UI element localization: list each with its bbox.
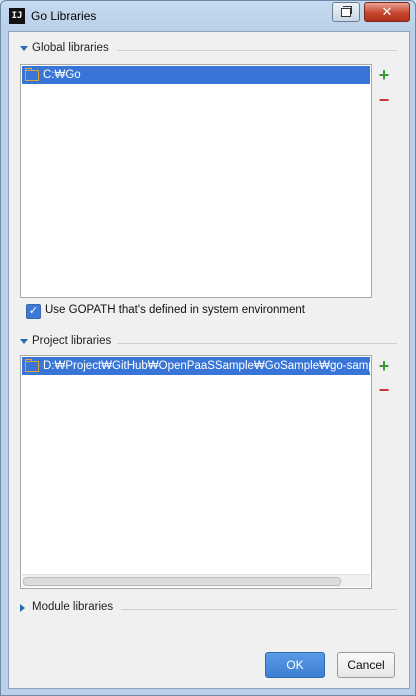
global-libraries-toolbar: + − [372,64,396,296]
section-divider [117,343,397,344]
use-gopath-option[interactable]: ✓ Use GOPATH that's defined in system en… [26,303,386,321]
go-libraries-dialog: IJ Go Libraries ✕ Global libraries C:₩Go… [0,0,416,696]
restore-button[interactable] [332,2,360,22]
project-libraries-section-header[interactable]: Project libraries [9,335,409,351]
folder-icon [25,68,39,81]
use-gopath-label: Use GOPATH that's defined in system envi… [45,304,305,316]
collapsed-triangle-icon [20,604,25,612]
dialog-content: Global libraries C:₩Go + − ✓ Use GOPATH … [8,31,410,689]
section-divider [121,609,397,610]
module-libraries-label: Module libraries [32,601,114,613]
library-path: D:₩Project₩GitHub₩OpenPaaSSample₩GoSampl… [43,360,370,372]
remove-global-library-button[interactable]: − [372,91,396,113]
title-bar[interactable]: IJ Go Libraries ✕ [1,1,415,31]
close-button[interactable]: ✕ [364,2,410,22]
expand-triangle-icon [20,339,28,344]
module-libraries-section-header[interactable]: Module libraries [9,601,409,617]
global-libraries-section-header[interactable]: Global libraries [9,42,409,58]
section-divider [117,50,397,51]
use-gopath-checkbox[interactable]: ✓ [26,304,41,319]
project-libraries-list[interactable]: D:₩Project₩GitHub₩OpenPaaSSample₩GoSampl… [20,355,372,589]
global-libraries-label: Global libraries [32,42,109,54]
folder-icon [25,359,39,372]
list-item[interactable]: D:₩Project₩GitHub₩OpenPaaSSample₩GoSampl… [22,357,370,375]
intellij-app-icon: IJ [9,8,25,24]
add-global-library-button[interactable]: + [372,65,396,87]
ok-button[interactable]: OK [265,652,325,678]
add-project-library-button[interactable]: + [372,356,396,378]
horizontal-scrollbar[interactable] [22,574,370,587]
expand-triangle-icon [20,46,28,51]
cancel-button[interactable]: Cancel [337,652,395,678]
window-title: Go Libraries [31,9,97,23]
project-libraries-label: Project libraries [32,335,112,347]
project-libraries-toolbar: + − [372,355,396,587]
list-item[interactable]: C:₩Go [22,66,370,84]
scrollbar-thumb[interactable] [23,577,341,586]
global-libraries-list[interactable]: C:₩Go [20,64,372,298]
library-path: C:₩Go [43,69,81,81]
remove-project-library-button[interactable]: − [372,381,396,403]
